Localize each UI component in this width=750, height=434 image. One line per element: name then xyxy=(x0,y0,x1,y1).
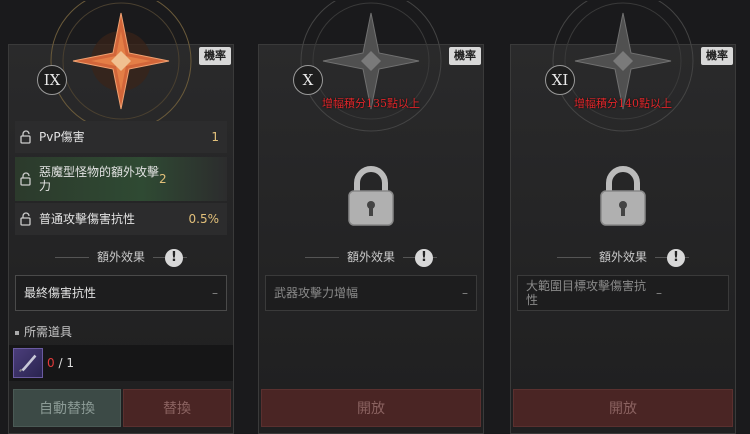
stat-row: 惡魔型怪物的額外攻擊力 2 xyxy=(15,157,227,201)
dagger-item-icon[interactable] xyxy=(13,348,43,378)
panel-xi: 機率 XI 增幅積分140點以上 額外效果 ! 大範圍目標攻擊傷害抗性 – 開放 xyxy=(510,1,736,434)
lock-icon xyxy=(348,166,394,226)
unlock-icon[interactable] xyxy=(19,172,33,186)
probability-tag[interactable]: 機率 xyxy=(701,47,733,65)
panel-ix: 機率 IX PvP傷害 1 惡魔型怪物的額外攻擊力 2 普通攻擊傷害抗性 0.5… xyxy=(8,1,234,434)
extra-effect-title: 額外效果 xyxy=(598,250,647,264)
open-button[interactable]: 開放 xyxy=(513,389,733,427)
stat-name: 普通攻擊傷害抗性 xyxy=(39,212,136,226)
effect-value: – xyxy=(462,286,468,300)
probability-tag[interactable]: 機率 xyxy=(449,47,481,65)
extra-effect-header: 額外效果 xyxy=(9,248,233,265)
info-icon[interactable]: ! xyxy=(667,249,685,267)
effect-name: 最終傷害抗性 xyxy=(24,286,97,300)
requirement-text: 增幅積分140點以上 xyxy=(574,97,672,110)
extra-effect-title: 額外效果 xyxy=(96,250,145,264)
probability-tag[interactable]: 機率 xyxy=(199,47,231,65)
stat-value: 2 xyxy=(159,172,167,186)
stat-row: 普通攻擊傷害抗性 0.5% xyxy=(15,203,227,235)
item-count: 0 / 1 xyxy=(47,356,74,370)
effect-value: – xyxy=(656,286,662,300)
lock-icon xyxy=(600,166,646,226)
stat-value: 1 xyxy=(211,130,219,144)
extra-effect-header: 額外效果 xyxy=(259,248,483,265)
extra-effect-box: 最終傷害抗性 – xyxy=(15,275,227,311)
required-items-label: 所需道具 xyxy=(24,325,73,339)
tier-roman-badge: X xyxy=(293,65,323,95)
effect-name: 大範圍目標攻擊傷害抗性 xyxy=(526,279,647,307)
required-items-header: 所需道具 xyxy=(15,323,72,340)
open-button[interactable]: 開放 xyxy=(261,389,481,427)
extra-effect-title: 額外效果 xyxy=(346,250,395,264)
replace-button[interactable]: 替換 xyxy=(123,389,231,427)
requirement-text: 增幅積分135點以上 xyxy=(322,97,420,110)
unlock-icon[interactable] xyxy=(19,212,33,226)
info-icon[interactable]: ! xyxy=(165,249,183,267)
panel-x: 機率 X 增幅積分135點以上 額外效果 ! 武器攻擊力增幅 – 開放 xyxy=(258,1,484,434)
stat-row: PvP傷害 1 xyxy=(15,121,227,153)
stat-name: 惡魔型怪物的額外攻擊力 xyxy=(39,165,160,193)
required-item-bar: 0 / 1 xyxy=(9,345,233,381)
effect-value: – xyxy=(212,286,218,300)
extra-effect-box: 大範圍目標攻擊傷害抗性 – xyxy=(517,275,729,311)
info-icon[interactable]: ! xyxy=(415,249,433,267)
tier-roman-badge: IX xyxy=(37,65,67,95)
extra-effect-box: 武器攻擊力增幅 – xyxy=(265,275,477,311)
stat-value: 0.5% xyxy=(188,212,220,226)
extra-effect-header: 額外效果 xyxy=(511,248,735,265)
tier-roman-badge: XI xyxy=(545,65,575,95)
stat-name: PvP傷害 xyxy=(39,130,85,144)
effect-name: 武器攻擊力增幅 xyxy=(274,286,359,300)
auto-replace-button[interactable]: 自動替換 xyxy=(13,389,121,427)
unlock-icon[interactable] xyxy=(19,130,33,144)
